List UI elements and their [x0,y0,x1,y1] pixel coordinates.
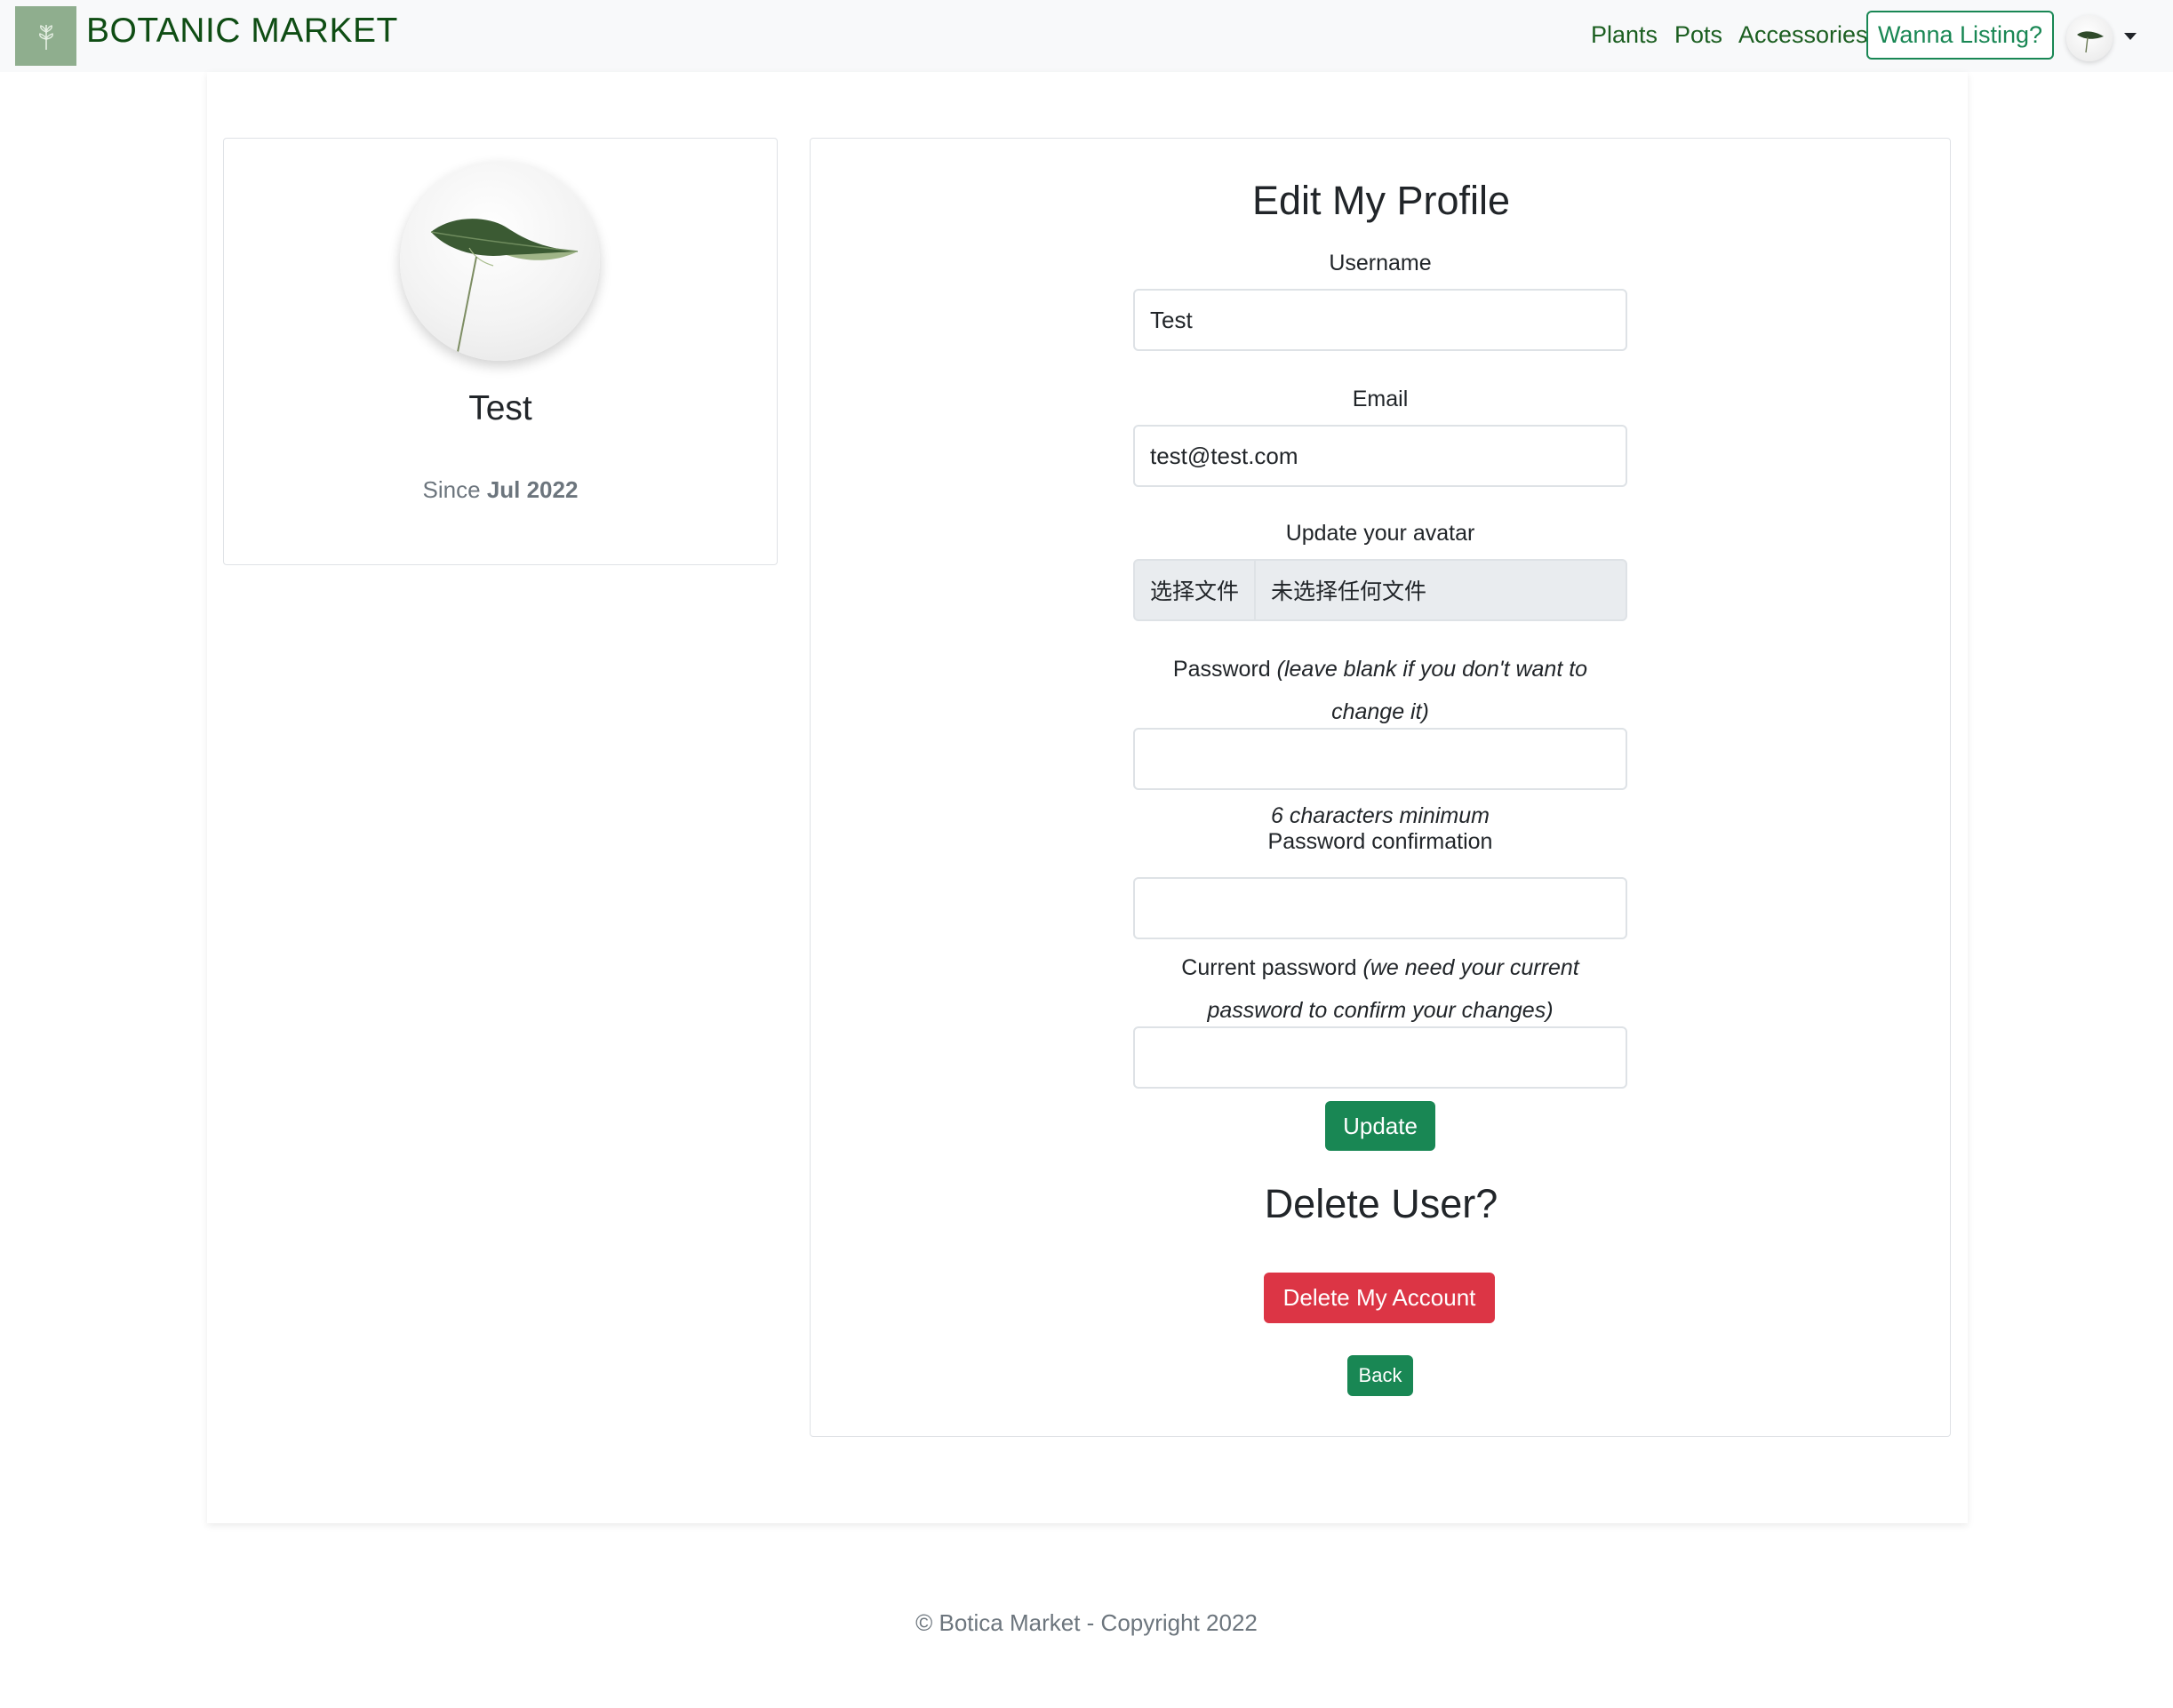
current-password-note-line1: (we need your current [1362,955,1579,980]
back-button[interactable]: Back [1347,1355,1413,1396]
page-title: Edit My Profile [1251,178,1511,223]
password-note-line2: change it) [1331,699,1429,724]
password-confirmation-input[interactable] [1133,877,1627,939]
chevron-down-icon[interactable] [2124,33,2137,40]
current-password-input[interactable] [1133,1026,1627,1089]
password-label-text: Password [1172,657,1271,682]
profile-avatar [400,161,600,361]
user-avatar[interactable] [2066,15,2113,61]
avatar-label: Update your avatar [1285,521,1475,546]
profile-card: Test Since Jul 2022 [223,138,778,565]
password-confirmation-label: Password confirmation [1267,829,1493,854]
since-date: Jul 2022 [486,476,579,503]
current-password-note-line2: password to confirm your changes) [1207,998,1554,1023]
username-input[interactable]: Test [1133,289,1627,351]
password-input[interactable] [1133,728,1627,790]
member-since: Since Jul 2022 [224,476,777,504]
leaf-image [430,219,579,353]
wanna-listing-button[interactable]: Wanna Listing? [1866,11,2054,60]
since-prefix: Since [422,476,481,503]
footer-copyright: © Botica Market - Copyright 2022 [915,1609,1258,1636]
nav-link-pots[interactable]: Pots [1674,21,1722,49]
password-label: Password (leave blank if you don't want … [1133,648,1627,733]
email-label: Email [1352,387,1409,411]
choose-file-button[interactable]: 选择文件 [1135,561,1257,619]
email-input[interactable]: test@test.com [1133,425,1627,487]
brand-name[interactable]: BOTANIC MARKET [86,12,398,51]
current-password-label: Current password (we need your current p… [1133,946,1627,1032]
brand-logo[interactable] [15,6,76,66]
delete-user-heading: Delete User? [1264,1181,1498,1226]
update-button[interactable]: Update [1325,1101,1435,1151]
file-status: 未选择任何文件 [1271,579,1427,604]
nav-link-accessories[interactable]: Accessories [1738,21,1868,49]
profile-name: Test [468,389,532,427]
edit-profile-card: Edit My Profile Username Test Email test… [810,138,1951,1437]
username-label: Username [1329,251,1432,275]
avatar-file-input[interactable]: 选择文件 未选择任何文件 [1133,559,1627,621]
email-value: test@test.com [1150,442,1298,469]
navbar: BOTANIC MARKET Plants Pots Accessories W… [0,0,2173,72]
username-value: Test [1150,306,1193,333]
nav-link-plants[interactable]: Plants [1591,21,1658,49]
password-note-line1: (leave blank if you don't want to [1276,657,1588,682]
current-password-label-text: Current password [1181,955,1357,980]
leaf-icon [2077,31,2104,53]
sprout-icon [38,24,53,50]
delete-account-button[interactable]: Delete My Account [1264,1273,1495,1323]
